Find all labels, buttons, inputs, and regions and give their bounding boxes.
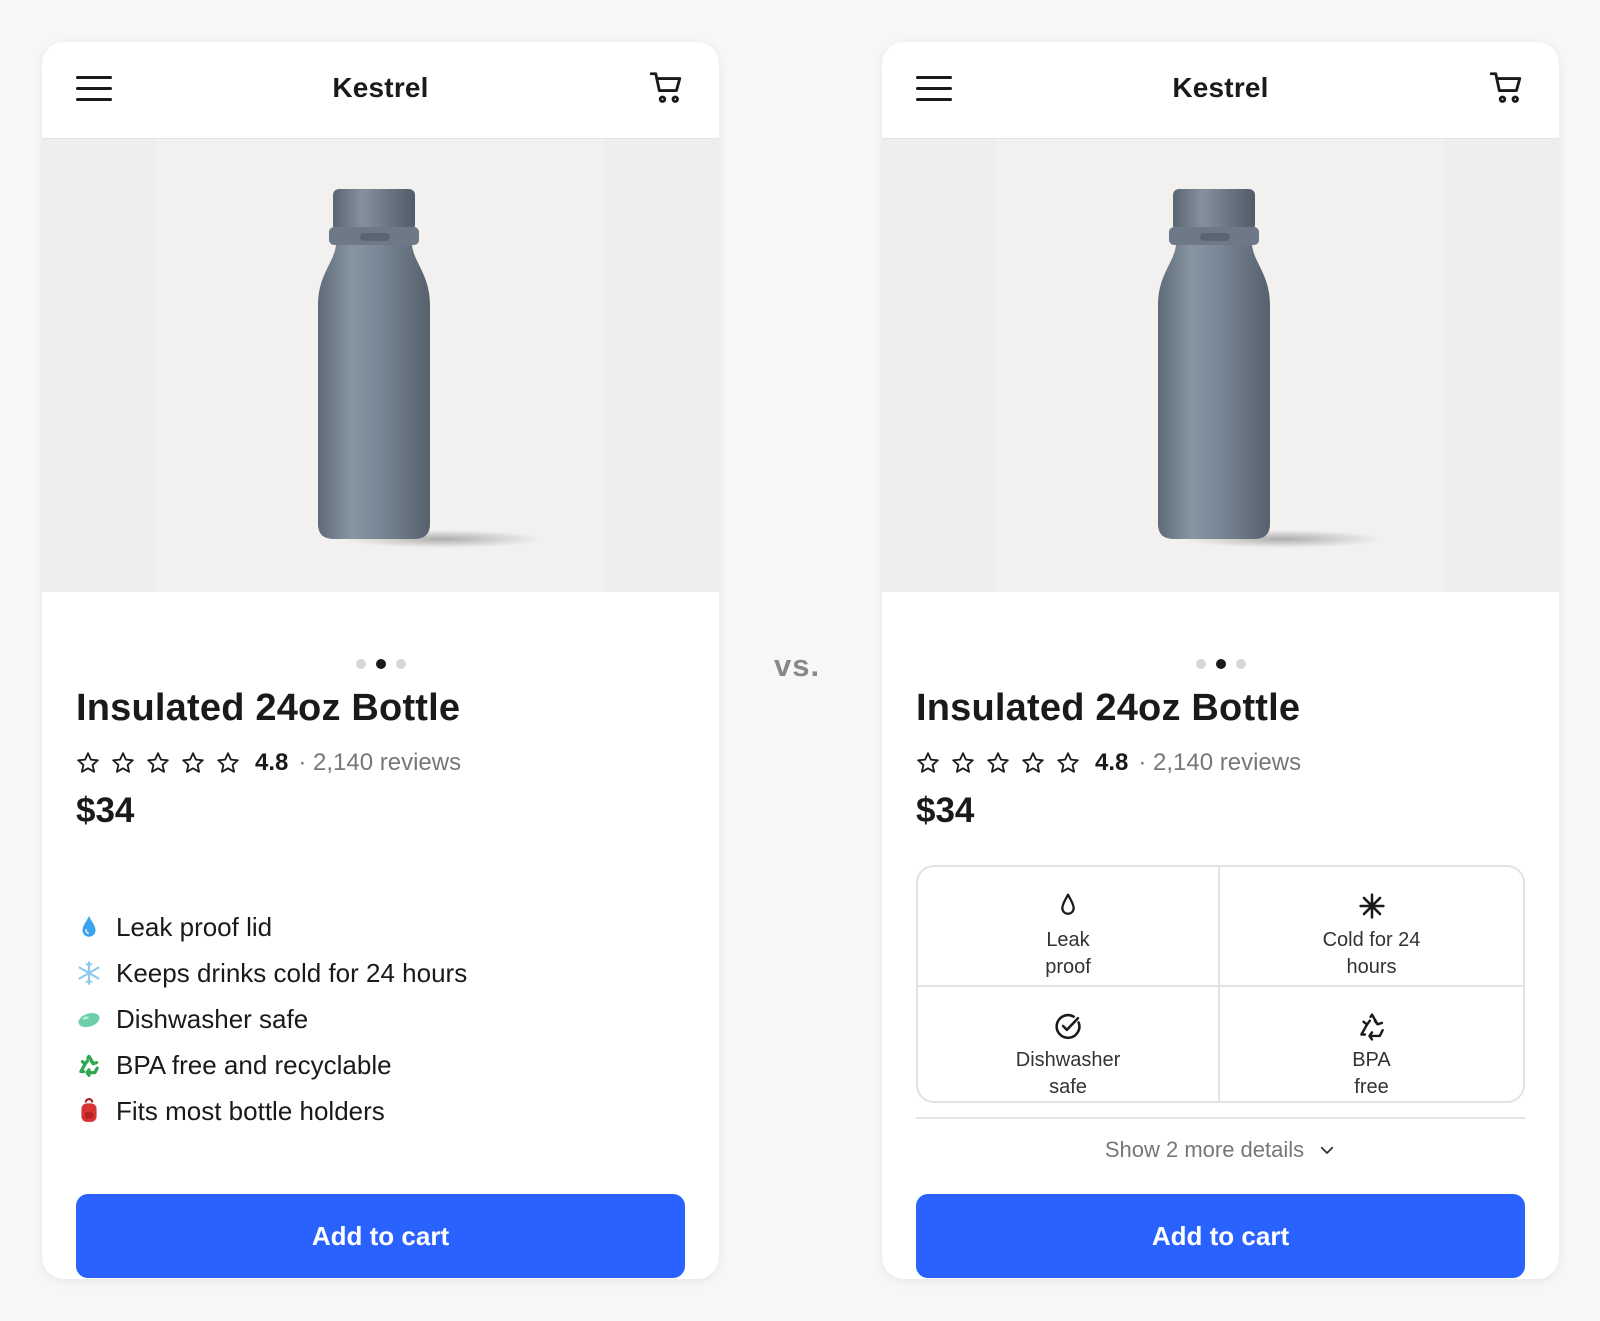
feature-item: Leak proof lid <box>76 904 467 950</box>
product-image-carousel[interactable] <box>42 139 719 592</box>
feature-tile-label: Cold for 24 <box>1322 929 1421 951</box>
backpack-icon <box>81 1098 97 1122</box>
top-bar: Kestrel <box>42 42 719 139</box>
product-price: $34 <box>916 791 975 830</box>
comparison-label: vs. <box>774 648 821 683</box>
feature-tile-label: hours <box>1346 956 1397 978</box>
product-image-carousel[interactable] <box>882 139 1559 592</box>
star-icon <box>952 752 974 773</box>
check-circle-icon <box>1055 1013 1081 1040</box>
feature-tile-label: Dishwasher <box>1015 1049 1121 1071</box>
recycle-icon <box>79 1054 99 1077</box>
star-icon <box>182 752 204 773</box>
feature-item: Fits most bottle holders <box>76 1088 467 1134</box>
brand-title: Kestrel <box>1172 72 1269 103</box>
star-icon <box>987 752 1009 773</box>
star-icon <box>1057 752 1079 773</box>
carousel-dots <box>882 655 1559 669</box>
feature-item: Keeps drinks cold for 24 hours <box>76 950 467 996</box>
asterisk-icon <box>1358 893 1385 919</box>
feature-text: Fits most bottle holders <box>116 1095 385 1126</box>
review-count-link[interactable]: · 2,140 reviews <box>1138 749 1301 777</box>
feature-text: Dishwasher safe <box>116 1003 309 1034</box>
add-to-cart-button[interactable]: Add to cart <box>76 1194 685 1278</box>
top-bar: Kestrel <box>882 42 1559 139</box>
rating-row: 4.8 · 2,140 reviews <box>916 748 1301 778</box>
divider <box>916 1117 1525 1119</box>
star-icon <box>147 752 169 773</box>
feature-tile-label: proof <box>1045 956 1091 978</box>
rating-value: 4.8 <box>1095 749 1129 776</box>
feature-item: Dishwasher safe <box>76 996 467 1042</box>
review-count-link[interactable]: · 2,140 reviews <box>298 749 461 777</box>
star-icon <box>112 752 134 773</box>
product-card-variant-a: Kestrel Insulated 24oz Bottle 4.8 · 2,14… <box>42 42 719 1279</box>
snowflake-icon <box>78 961 100 985</box>
product-title: Insulated 24oz Bottle <box>916 687 1301 729</box>
feature-tile-label: safe <box>1049 1076 1087 1098</box>
carousel-dot[interactable] <box>355 658 366 669</box>
star-icon <box>217 752 239 773</box>
product-price: $34 <box>76 791 135 830</box>
feature-item: BPA free and recyclable <box>76 1042 467 1088</box>
feature-list: Leak proof lid Keeps drinks cold for 24 … <box>76 904 467 1134</box>
add-to-cart-button[interactable]: Add to cart <box>916 1194 1525 1278</box>
water-drop-icon <box>82 916 96 937</box>
feature-text: Leak proof lid <box>116 911 273 942</box>
show-more-label: Show 2 more details <box>1104 1137 1305 1162</box>
bottle-image <box>318 189 542 548</box>
feature-tile-bpa-free: BPA free <box>1218 985 1523 1101</box>
feature-tile-dishwasher: Dishwasher safe <box>918 985 1218 1101</box>
carousel-dot-active[interactable] <box>1215 658 1226 669</box>
shopping-cart-icon[interactable] <box>1489 70 1525 106</box>
carousel-dot[interactable] <box>1195 658 1206 669</box>
carousel-dot[interactable] <box>1235 658 1246 669</box>
show-more-details-toggle[interactable]: Show 2 more details <box>916 1133 1525 1167</box>
carousel-dots <box>42 655 719 669</box>
star-icon <box>917 752 939 773</box>
feature-tile-leak-proof: Leak proof <box>918 867 1218 985</box>
feature-text: BPA free and recyclable <box>116 1049 392 1080</box>
shopping-cart-icon[interactable] <box>649 70 685 106</box>
star-icon <box>77 752 99 773</box>
feature-grid: Leak proof Cold for 24 hours Dishwasher … <box>916 865 1525 1103</box>
soap-icon <box>78 1013 100 1028</box>
feature-tile-label: free <box>1354 1076 1389 1098</box>
star-icon <box>1022 752 1044 773</box>
rating-value: 4.8 <box>255 749 289 776</box>
drop-icon <box>1061 893 1075 915</box>
rating-row: 4.8 · 2,140 reviews <box>76 748 461 778</box>
recycle-icon <box>1359 1013 1384 1041</box>
carousel-dot-active[interactable] <box>375 658 386 669</box>
carousel-dot[interactable] <box>395 658 406 669</box>
feature-text: Keeps drinks cold for 24 hours <box>116 957 468 988</box>
chevron-down-icon <box>1321 1146 1334 1154</box>
feature-tile-label: BPA <box>1352 1049 1391 1071</box>
brand-title: Kestrel <box>332 72 429 103</box>
feature-tile-cold: Cold for 24 hours <box>1218 867 1523 985</box>
feature-tile-label: Leak <box>1046 929 1090 951</box>
product-title: Insulated 24oz Bottle <box>76 687 461 729</box>
bottle-image <box>1158 189 1382 548</box>
product-card-variant-b: Kestrel Insulated 24oz Bottle 4.8 · 2,14… <box>882 42 1559 1279</box>
